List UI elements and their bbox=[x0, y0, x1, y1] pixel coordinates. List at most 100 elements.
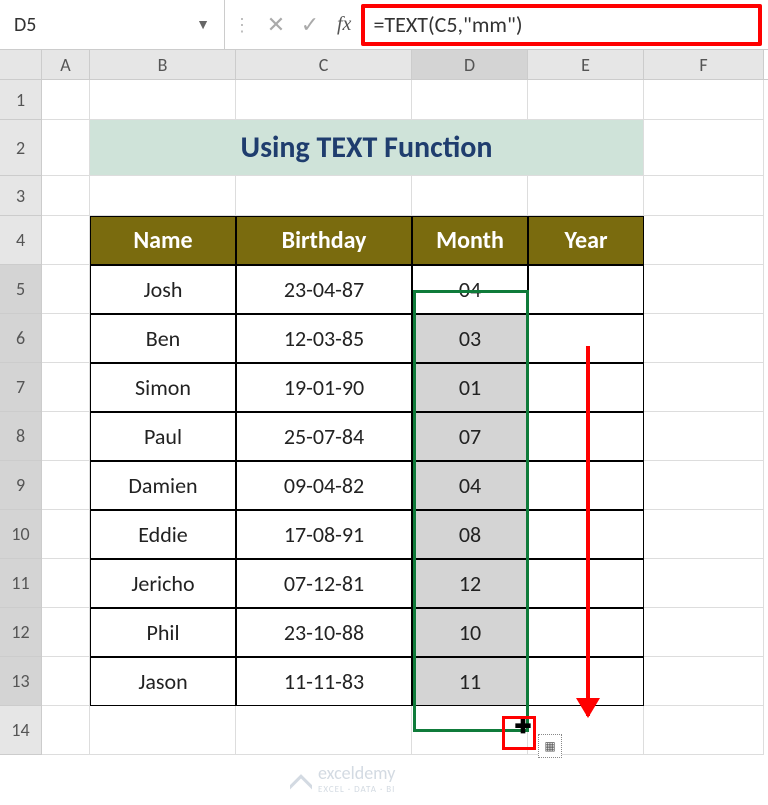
col-header-e[interactable]: E bbox=[528, 50, 644, 79]
header-birthday[interactable]: Birthday bbox=[236, 216, 412, 265]
cell[interactable] bbox=[412, 706, 528, 755]
cell[interactable] bbox=[644, 706, 764, 755]
cell[interactable] bbox=[644, 363, 764, 412]
cell[interactable] bbox=[42, 80, 90, 120]
row-header[interactable]: 11 bbox=[0, 559, 42, 608]
cell[interactable] bbox=[236, 176, 412, 216]
row-header[interactable]: 13 bbox=[0, 657, 42, 706]
row-header[interactable]: 3 bbox=[0, 176, 42, 216]
cell[interactable] bbox=[42, 363, 90, 412]
cell-name[interactable]: Josh bbox=[90, 265, 236, 314]
cell[interactable] bbox=[644, 559, 764, 608]
cell-month[interactable]: 11 bbox=[412, 657, 528, 706]
cell-year[interactable] bbox=[528, 265, 644, 314]
cell-month[interactable]: 12 bbox=[412, 559, 528, 608]
autofill-options-icon[interactable]: ▦ bbox=[538, 734, 562, 758]
row-header[interactable]: 14 bbox=[0, 706, 42, 755]
cell[interactable] bbox=[528, 80, 644, 120]
cell[interactable] bbox=[42, 120, 90, 176]
cell[interactable] bbox=[90, 706, 236, 755]
cell-month[interactable]: 03 bbox=[412, 314, 528, 363]
name-box[interactable]: D5 ▼ bbox=[0, 0, 225, 49]
cell[interactable] bbox=[42, 176, 90, 216]
cell[interactable] bbox=[412, 176, 528, 216]
select-all-corner[interactable] bbox=[0, 50, 42, 79]
enter-icon[interactable]: ✓ bbox=[293, 11, 327, 38]
cell-birthday[interactable]: 11-11-83 bbox=[236, 657, 412, 706]
col-header-b[interactable]: B bbox=[90, 50, 236, 79]
cell[interactable] bbox=[42, 608, 90, 657]
row-header[interactable]: 4 bbox=[0, 216, 42, 265]
cell-month[interactable]: 04 bbox=[412, 461, 528, 510]
cell[interactable] bbox=[42, 265, 90, 314]
cell[interactable] bbox=[644, 412, 764, 461]
cell-birthday[interactable]: 19-01-90 bbox=[236, 363, 412, 412]
cell[interactable] bbox=[644, 216, 764, 265]
cancel-icon[interactable]: ✕ bbox=[259, 11, 293, 38]
cell[interactable] bbox=[644, 314, 764, 363]
cell[interactable] bbox=[644, 510, 764, 559]
header-year[interactable]: Year bbox=[528, 216, 644, 265]
cell-name[interactable]: Paul bbox=[90, 412, 236, 461]
cell[interactable] bbox=[236, 80, 412, 120]
cell-name[interactable]: Ben bbox=[90, 314, 236, 363]
cell-birthday[interactable]: 12-03-85 bbox=[236, 314, 412, 363]
cell-birthday[interactable]: 23-04-87 bbox=[236, 265, 412, 314]
cell-month[interactable]: 04 bbox=[412, 265, 528, 314]
cell-name[interactable]: Phil bbox=[90, 608, 236, 657]
cell[interactable] bbox=[42, 706, 90, 755]
cell[interactable] bbox=[42, 510, 90, 559]
row-header[interactable]: 10 bbox=[0, 510, 42, 559]
row-header[interactable]: 8 bbox=[0, 412, 42, 461]
cell-birthday[interactable]: 09-04-82 bbox=[236, 461, 412, 510]
cell[interactable] bbox=[42, 559, 90, 608]
cell[interactable] bbox=[42, 412, 90, 461]
row-header[interactable]: 1 bbox=[0, 80, 42, 120]
row-header[interactable]: 7 bbox=[0, 363, 42, 412]
cell-month[interactable]: 01 bbox=[412, 363, 528, 412]
title-cell[interactable]: Using TEXT Function bbox=[90, 120, 644, 176]
header-month[interactable]: Month bbox=[412, 216, 528, 265]
cell[interactable] bbox=[644, 265, 764, 314]
cell-name[interactable]: Simon bbox=[90, 363, 236, 412]
cell-month[interactable]: 08 bbox=[412, 510, 528, 559]
cell[interactable] bbox=[644, 176, 764, 216]
cell[interactable] bbox=[236, 706, 412, 755]
cell[interactable] bbox=[42, 216, 90, 265]
cell-name[interactable]: Jason bbox=[90, 657, 236, 706]
cell[interactable] bbox=[644, 657, 764, 706]
cell-birthday[interactable]: 25-07-84 bbox=[236, 412, 412, 461]
col-header-d[interactable]: D bbox=[412, 50, 528, 79]
header-name[interactable]: Name bbox=[90, 216, 236, 265]
formula-input[interactable]: =TEXT(C5,"mm") bbox=[361, 4, 762, 46]
cell-name[interactable]: Damien bbox=[90, 461, 236, 510]
cell[interactable] bbox=[42, 461, 90, 510]
cell-name[interactable]: Eddie bbox=[90, 510, 236, 559]
row-header[interactable]: 6 bbox=[0, 314, 42, 363]
row-header[interactable]: 12 bbox=[0, 608, 42, 657]
cell-month[interactable]: 10 bbox=[412, 608, 528, 657]
cell[interactable] bbox=[644, 461, 764, 510]
cell-birthday[interactable]: 17-08-91 bbox=[236, 510, 412, 559]
col-header-f[interactable]: F bbox=[644, 50, 764, 79]
cell[interactable] bbox=[412, 80, 528, 120]
cell-month[interactable]: 07 bbox=[412, 412, 528, 461]
col-header-a[interactable]: A bbox=[42, 50, 90, 79]
cell-birthday[interactable]: 07-12-81 bbox=[236, 559, 412, 608]
col-header-c[interactable]: C bbox=[236, 50, 412, 79]
cell[interactable] bbox=[644, 80, 764, 120]
cell[interactable] bbox=[42, 657, 90, 706]
chevron-down-icon[interactable]: ▼ bbox=[196, 16, 210, 33]
cell[interactable] bbox=[90, 176, 236, 216]
row-header[interactable]: 9 bbox=[0, 461, 42, 510]
cell[interactable] bbox=[42, 314, 90, 363]
cell[interactable] bbox=[644, 120, 764, 176]
row-header[interactable]: 5 bbox=[0, 265, 42, 314]
cell[interactable] bbox=[90, 80, 236, 120]
cell[interactable] bbox=[528, 176, 644, 216]
cell-birthday[interactable]: 23-10-88 bbox=[236, 608, 412, 657]
cell-name[interactable]: Jericho bbox=[90, 559, 236, 608]
cell[interactable] bbox=[644, 608, 764, 657]
fx-icon[interactable]: fx bbox=[327, 13, 361, 36]
row-header[interactable]: 2 bbox=[0, 120, 42, 176]
